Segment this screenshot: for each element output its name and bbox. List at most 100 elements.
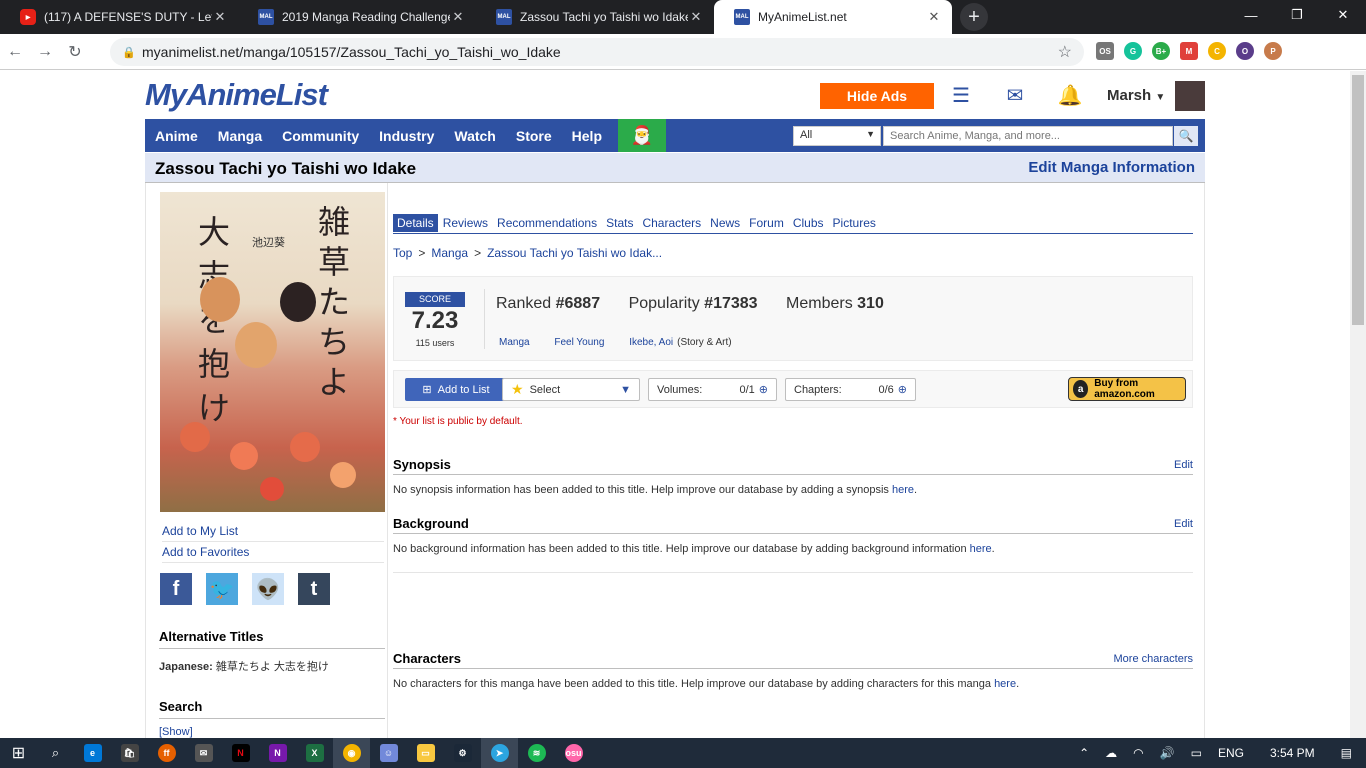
- language-indicator[interactable]: ENG: [1218, 746, 1244, 760]
- magazine-link[interactable]: Feel Young: [554, 337, 604, 348]
- search-icon[interactable]: ⌕: [37, 738, 74, 768]
- nav-anime[interactable]: Anime: [145, 119, 208, 152]
- tab-close-icon[interactable]: ✕: [926, 9, 942, 25]
- tab-recommendations[interactable]: Recommendations: [493, 214, 601, 232]
- breadcrumb-manga[interactable]: Manga: [431, 246, 468, 260]
- reddit-icon[interactable]: 👽: [252, 573, 284, 605]
- tab-forum[interactable]: Forum: [745, 214, 788, 232]
- scrollbar-thumb[interactable]: [1352, 75, 1364, 325]
- edge-icon[interactable]: e: [74, 738, 111, 768]
- battery-icon[interactable]: ▭: [1191, 746, 1202, 760]
- extension-icon[interactable]: B+: [1152, 42, 1170, 60]
- background-here-link[interactable]: here: [970, 543, 992, 555]
- back-icon[interactable]: ←: [0, 43, 30, 61]
- user-menu[interactable]: Marsh ▼: [1107, 87, 1165, 104]
- tab-clubs[interactable]: Clubs: [789, 214, 828, 232]
- tab-close-icon[interactable]: ✕: [450, 9, 466, 25]
- firefox-icon[interactable]: ff: [148, 738, 185, 768]
- breadcrumb-current[interactable]: Zassou Tachi yo Taishi wo Idak...: [487, 246, 662, 260]
- add-to-favorites-link[interactable]: Add to Favorites: [162, 545, 384, 563]
- search-show-link[interactable]: [Show]: [159, 726, 193, 738]
- browser-tab-youtube[interactable]: ▶ (117) A DEFENSE'S DUTY - Let's F ✕: [0, 0, 238, 34]
- type-link[interactable]: Manga: [499, 337, 530, 348]
- breadcrumb-top[interactable]: Top: [393, 246, 412, 260]
- plus-circle-icon[interactable]: ⊕: [898, 383, 907, 396]
- restore-icon[interactable]: ❐: [1274, 0, 1320, 30]
- browser-tab-challenge[interactable]: MAL 2019 Manga Reading Challenge - ✕: [238, 0, 476, 34]
- tab-close-icon[interactable]: ✕: [212, 9, 228, 25]
- new-tab-button[interactable]: +: [960, 3, 988, 31]
- extension-icon[interactable]: C: [1208, 42, 1226, 60]
- wifi-icon[interactable]: ◠: [1133, 746, 1143, 760]
- netflix-icon[interactable]: N: [222, 738, 259, 768]
- chapters-field[interactable]: Chapters: 0/6 ⊕: [785, 378, 916, 401]
- hide-ads-button[interactable]: Hide Ads: [820, 83, 934, 109]
- add-to-list-button[interactable]: ⊞ Add to List: [405, 378, 507, 401]
- edit-manga-info-link[interactable]: Edit Manga Information: [1028, 159, 1195, 176]
- tab-pictures[interactable]: Pictures: [829, 214, 880, 232]
- site-logo[interactable]: MyAnimeList: [145, 77, 328, 113]
- bookmark-star-icon[interactable]: ☆: [1058, 42, 1072, 62]
- profile-icon[interactable]: P: [1264, 42, 1282, 60]
- status-select[interactable]: ★ Select ▼: [502, 378, 640, 401]
- chevron-up-icon[interactable]: ⌃: [1079, 746, 1089, 760]
- tab-news[interactable]: News: [706, 214, 744, 232]
- tab-characters[interactable]: Characters: [638, 214, 705, 232]
- santa-hat-icon[interactable]: 🎅: [618, 119, 666, 152]
- tab-reviews[interactable]: Reviews: [439, 214, 492, 232]
- mail-icon[interactable]: ✉: [185, 738, 222, 768]
- amazon-buy-button[interactable]: a Buy from amazon.com: [1068, 377, 1186, 401]
- list-icon[interactable]: ☰: [947, 83, 975, 109]
- tab-close-icon[interactable]: ✕: [688, 9, 704, 25]
- clock[interactable]: 3:54 PM: [1270, 746, 1315, 760]
- nav-help[interactable]: Help: [562, 119, 612, 152]
- address-bar[interactable]: 🔒 myanimelist.net/manga/105157/Zassou_Ta…: [110, 38, 1084, 66]
- more-characters-link[interactable]: More characters: [1114, 653, 1193, 665]
- mail-icon[interactable]: ✉: [1001, 83, 1029, 109]
- nav-store[interactable]: Store: [506, 119, 562, 152]
- plus-circle-icon[interactable]: ⊕: [759, 383, 768, 396]
- store-icon[interactable]: 🛍: [111, 738, 148, 768]
- extension-icon[interactable]: OS: [1096, 42, 1114, 60]
- file-explorer-icon[interactable]: ▭: [407, 738, 444, 768]
- nav-community[interactable]: Community: [272, 119, 369, 152]
- windows-start-icon[interactable]: ⊞: [0, 738, 37, 768]
- minimize-icon[interactable]: —: [1228, 0, 1274, 30]
- page-scrollbar[interactable]: [1350, 71, 1366, 738]
- cloud-icon[interactable]: ☁: [1105, 746, 1117, 760]
- author-link[interactable]: Ikebe, Aoi: [629, 337, 673, 348]
- spotify-icon[interactable]: ≋: [518, 738, 555, 768]
- osu-icon[interactable]: osu: [555, 738, 592, 768]
- browser-tab-zassou[interactable]: MAL Zassou Tachi yo Taishi wo Idake ✕: [476, 0, 714, 34]
- nav-manga[interactable]: Manga: [208, 119, 272, 152]
- extension-icon[interactable]: O: [1236, 42, 1254, 60]
- chrome-icon[interactable]: ◉: [333, 738, 370, 768]
- tab-details[interactable]: Details: [393, 214, 438, 232]
- discord-icon[interactable]: ☺: [370, 738, 407, 768]
- bell-icon[interactable]: 🔔: [1056, 83, 1084, 109]
- search-input[interactable]: Search Anime, Manga, and more...: [883, 126, 1173, 146]
- tab-stats[interactable]: Stats: [602, 214, 637, 232]
- volume-icon[interactable]: 🔊: [1160, 746, 1175, 760]
- synopsis-here-link[interactable]: here: [892, 484, 914, 496]
- background-edit-link[interactable]: Edit: [1174, 518, 1193, 530]
- characters-here-link[interactable]: here: [994, 678, 1016, 690]
- tumblr-icon[interactable]: t: [298, 573, 330, 605]
- notifications-icon[interactable]: ▤: [1341, 746, 1352, 760]
- nav-industry[interactable]: Industry: [369, 119, 444, 152]
- browser-tab-mal[interactable]: MAL MyAnimeList.net ✕: [714, 0, 952, 34]
- cover-image[interactable]: 雑草たちよ 大志を抱け 池辺葵: [160, 192, 385, 512]
- forward-icon[interactable]: →: [30, 43, 60, 61]
- telegram-icon[interactable]: ➤: [481, 738, 518, 768]
- volumes-field[interactable]: Volumes: 0/1 ⊕: [648, 378, 777, 401]
- twitter-icon[interactable]: 🐦: [206, 573, 238, 605]
- excel-icon[interactable]: X: [296, 738, 333, 768]
- avatar[interactable]: [1175, 81, 1205, 111]
- facebook-icon[interactable]: f: [160, 573, 192, 605]
- onenote-icon[interactable]: N: [259, 738, 296, 768]
- steam-icon[interactable]: ⚙: [444, 738, 481, 768]
- close-window-icon[interactable]: ✕: [1320, 0, 1366, 30]
- synopsis-edit-link[interactable]: Edit: [1174, 459, 1193, 471]
- extension-icon[interactable]: M: [1180, 42, 1198, 60]
- search-scope-select[interactable]: All ▼: [793, 126, 881, 146]
